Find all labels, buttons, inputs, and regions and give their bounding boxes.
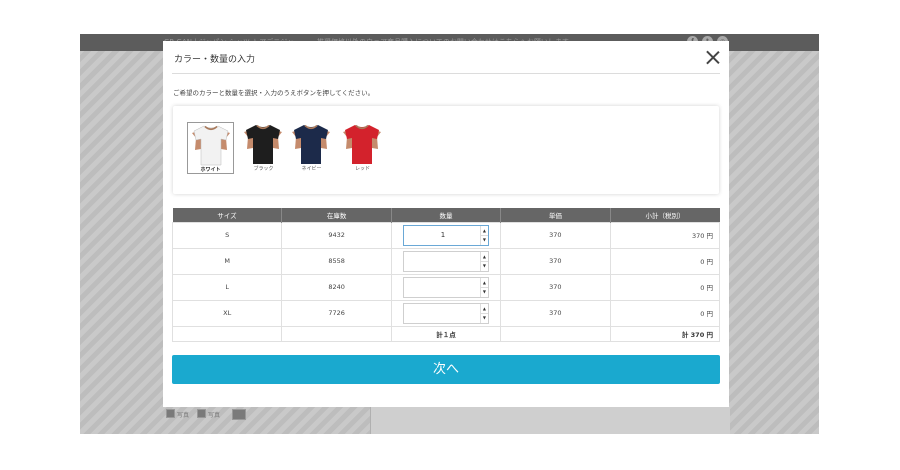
quantity-stepper-s[interactable]: 1 ▲ ▼ xyxy=(402,224,489,246)
total-row: 計１点 計 370 円 xyxy=(171,325,721,342)
quantity-stepper-m[interactable]: ▲ ▼ xyxy=(402,250,489,272)
color-label: レッド xyxy=(354,166,370,172)
subtotal-cell: 0 円 xyxy=(609,299,721,327)
unit-price-cell: 370 xyxy=(500,221,611,249)
subtotal-cell: 0 円 xyxy=(609,273,721,301)
decrement-arrow-icon[interactable]: ▼ xyxy=(479,260,488,271)
empty-cell xyxy=(500,325,611,342)
color-label: ホワイト xyxy=(200,167,221,173)
quantity-cell: ▲ ▼ xyxy=(390,299,502,327)
table-header-row: サイズ 在庫数 数量 単価 小計（税別） xyxy=(172,208,720,222)
unit-price-cell: 370 xyxy=(500,247,611,275)
quantity-cell: ▲ ▼ xyxy=(390,273,502,301)
stock-cell: 8240 xyxy=(281,273,392,301)
table-row: M 8558 ▲ ▼ 370 0 円 xyxy=(171,247,721,275)
unit-price-cell: 370 xyxy=(500,273,611,301)
header-quantity: 数量 xyxy=(391,208,502,222)
tshirt-icon xyxy=(292,124,330,164)
header-size: サイズ xyxy=(172,208,283,222)
size-cell: XL xyxy=(171,299,283,327)
next-button[interactable]: 次へ xyxy=(172,355,720,384)
stock-cell: 9432 xyxy=(281,221,392,249)
unit-price-cell: 370 xyxy=(500,299,611,327)
decrement-arrow-icon[interactable]: ▼ xyxy=(479,234,488,245)
tshirt-icon xyxy=(244,124,282,164)
decrement-arrow-icon[interactable]: ▼ xyxy=(479,286,488,297)
background-thumb-label: 写真 xyxy=(177,412,190,419)
background-thumb-icon xyxy=(166,409,175,418)
quantity-stepper-xl[interactable]: ▲ ▼ xyxy=(402,302,489,324)
stock-cell: 8558 xyxy=(281,247,392,275)
quantity-value[interactable]: 1 xyxy=(404,231,482,239)
table-row: XL 7726 ▲ ▼ 370 0 円 xyxy=(171,299,721,327)
size-cell: L xyxy=(171,273,283,301)
table-row: S 9432 1 ▲ ▼ 370 370 円 xyxy=(171,221,721,249)
background-thumb-icon xyxy=(197,409,206,418)
total-quantity: 計１点 xyxy=(390,325,502,342)
subtotal-cell: 0 円 xyxy=(609,247,721,275)
modal-title: カラー・数量の入力 xyxy=(174,55,256,65)
quantity-stepper-l[interactable]: ▲ ▼ xyxy=(402,276,489,298)
color-swatch-white[interactable]: ホワイト xyxy=(187,122,234,174)
background-panel xyxy=(370,406,730,434)
color-swatch-red[interactable]: レッド xyxy=(339,122,386,174)
instruction-text: ご希望のカラーと数量を選択・入力のうえボタンを押してください。 xyxy=(173,89,375,97)
header-stock: 在庫数 xyxy=(281,208,392,222)
tshirt-icon xyxy=(343,124,381,164)
empty-cell xyxy=(281,325,392,342)
quantity-cell: ▲ ▼ xyxy=(390,247,502,275)
header-unit-price: 単価 xyxy=(500,208,611,222)
size-cell: M xyxy=(171,247,283,275)
color-swatch-navy[interactable]: ネイビー xyxy=(288,122,335,174)
title-divider xyxy=(172,73,720,74)
close-icon[interactable] xyxy=(705,49,721,65)
quantity-table: サイズ 在庫数 数量 単価 小計（税別） S 9432 1 ▲ ▼ 370 37… xyxy=(171,208,721,342)
background-thumb-label: 写真 xyxy=(208,412,221,419)
header-subtotal: 小計（税別） xyxy=(610,208,720,222)
table-row: L 8240 ▲ ▼ 370 0 円 xyxy=(171,273,721,301)
total-price: 計 370 円 xyxy=(609,325,721,342)
subtotal-cell: 370 円 xyxy=(609,221,721,249)
size-cell: S xyxy=(171,221,283,249)
stock-cell: 7726 xyxy=(281,299,392,327)
empty-cell xyxy=(171,325,283,342)
color-label: ブラック xyxy=(253,166,274,172)
quantity-cell: 1 ▲ ▼ xyxy=(390,221,502,249)
color-selector: ホワイト ブラック ネイビー レッド xyxy=(173,106,719,194)
tshirt-icon xyxy=(192,125,230,166)
color-quantity-modal: カラー・数量の入力 ご希望のカラーと数量を選択・入力のうえボタンを押してください… xyxy=(163,41,729,407)
color-swatch-black[interactable]: ブラック xyxy=(240,122,287,174)
color-label: ネイビー xyxy=(301,166,322,172)
decrement-arrow-icon[interactable]: ▼ xyxy=(479,312,488,323)
background-logo-icon xyxy=(232,409,246,420)
